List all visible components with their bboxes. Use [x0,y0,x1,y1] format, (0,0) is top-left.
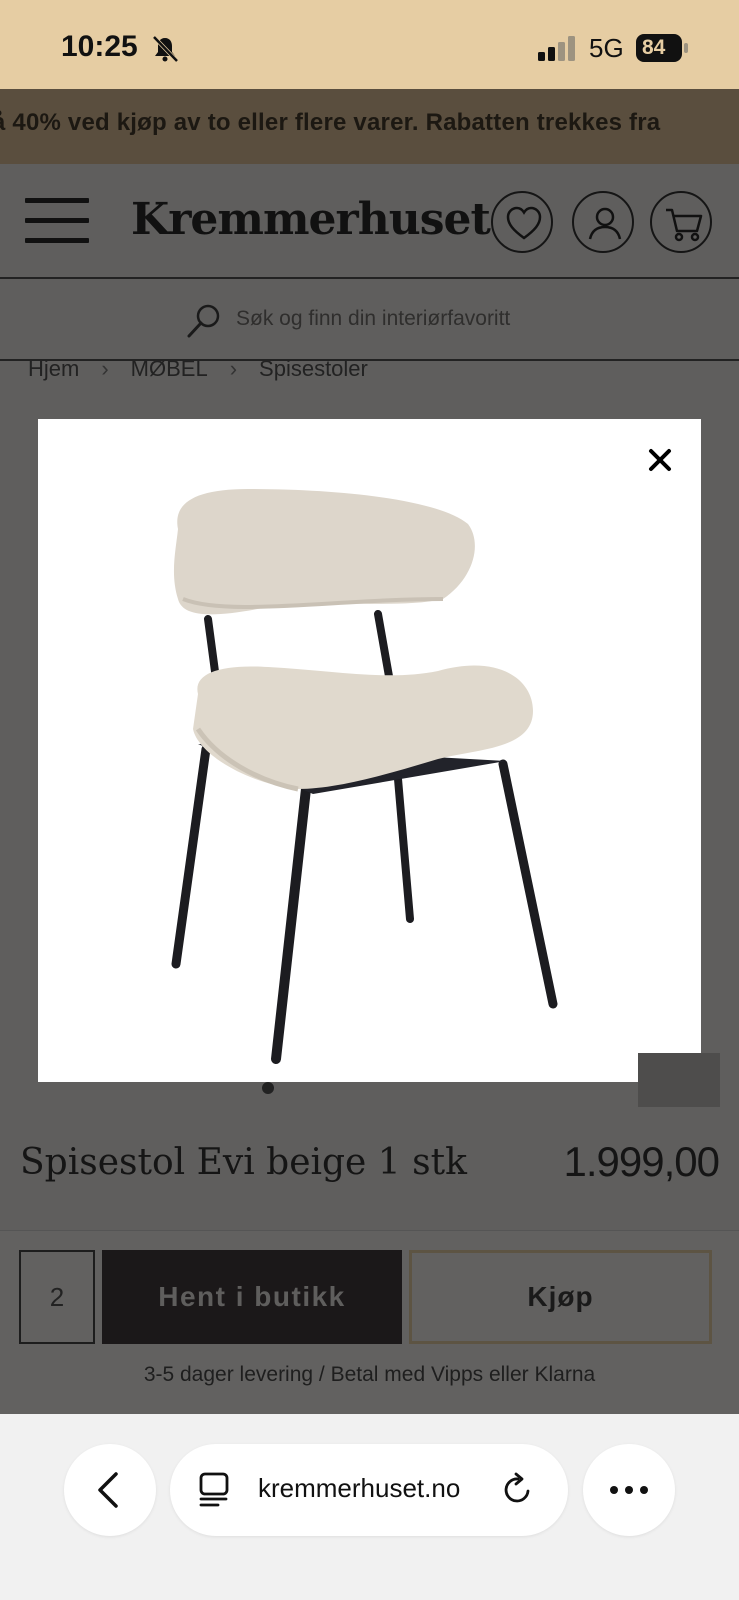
quantity-field[interactable]: 2 [19,1250,95,1344]
tabs-icon [199,1472,229,1507]
browser-toolbar: kremmerhuset.no [0,1414,739,1600]
sale-badge [638,1053,720,1107]
chevron-right-icon: › [229,356,238,381]
buy-button[interactable]: Kjøp [409,1250,712,1344]
image-lightbox [38,419,701,1082]
pickup-in-store-button[interactable]: Hent i butikk [102,1250,402,1344]
site-header: Kremmerhuset [0,164,739,279]
wishlist-button[interactable] [491,191,553,253]
battery-icon: 84 [636,34,690,62]
breadcrumb: Hjem › MØBEL › Spisestoler [28,356,368,382]
status-time: 10:25 [61,30,138,63]
product-title: Spisestol Evi beige 1 stk [20,1142,467,1183]
account-button[interactable] [572,191,634,253]
chevron-left-icon [98,1472,118,1508]
product-price: 1.999,00 [563,1138,720,1185]
chevron-right-icon: › [101,356,109,381]
heart-icon [506,206,542,240]
carousel-dot[interactable] [262,1082,274,1094]
promo-text: å 40% ved kjøp av to eller flere varer. … [0,109,661,136]
breadcrumb-category[interactable]: MØBEL [131,356,208,382]
search-bar [0,281,739,361]
close-icon[interactable] [645,445,675,475]
cart-icon [666,208,703,242]
cart-button[interactable] [650,191,712,253]
search-input[interactable] [236,299,676,339]
reload-icon[interactable] [500,1472,536,1508]
address-bar[interactable]: kremmerhuset.no [170,1444,568,1536]
battery-level: 84 [642,36,666,59]
search-icon [187,304,220,338]
breadcrumb-subcategory[interactable]: Spisestoler [259,356,368,382]
menu-icon[interactable] [25,198,89,246]
more-button[interactable] [583,1444,675,1536]
site-logo[interactable]: Kremmerhuset [131,194,491,245]
network-type: 5G [589,33,624,63]
user-icon [588,207,622,240]
status-bar: 10:25 5G 84 [0,0,739,89]
purchase-bar: 2 Hent i butikk Kjøp 3-5 dager levering … [0,1230,739,1414]
signal-icon [538,36,575,61]
bell-muted-icon [152,35,179,63]
breadcrumb-home[interactable]: Hjem [28,356,79,382]
product-image [171,489,558,1064]
delivery-info: 3-5 dager levering / Betal med Vipps ell… [143,1363,596,1386]
more-icon [610,1486,648,1494]
url-text: kremmerhuset.no [258,1473,461,1503]
promo-banner[interactable]: å 40% ved kjøp av to eller flere varer. … [0,89,739,164]
back-button[interactable] [64,1444,156,1536]
